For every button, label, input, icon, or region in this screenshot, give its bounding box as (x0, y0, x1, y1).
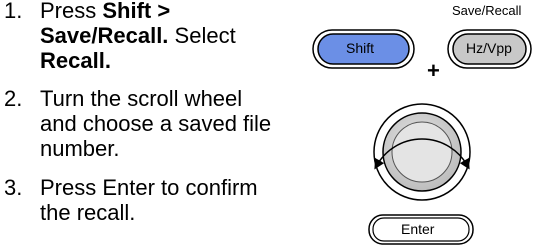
enter-key-label: Enter (401, 221, 435, 237)
plus-sign: + (427, 58, 440, 83)
save-recall-caption: Save/Recall (452, 3, 522, 18)
shift-key-label: Shift (346, 40, 375, 56)
panel-graphics (312, 29, 532, 245)
hz-vpp-key-label: Hz/Vpp (466, 40, 512, 56)
